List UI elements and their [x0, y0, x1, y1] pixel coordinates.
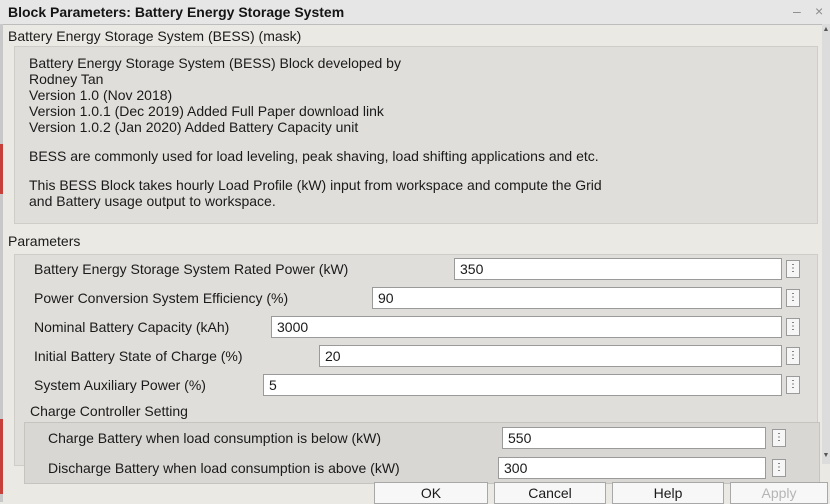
aux-power-field[interactable]: 5	[263, 374, 782, 396]
param-label: System Auxiliary Power (%)	[34, 377, 206, 393]
description-line: Battery Energy Storage System (BESS) Blo…	[29, 55, 401, 71]
vertical-scrollbar[interactable]: ▲ ▼	[822, 24, 830, 464]
param-menu-button[interactable]: ⋮	[786, 260, 800, 278]
left-edge-marker	[0, 144, 3, 194]
cancel-button[interactable]: Cancel	[494, 482, 606, 504]
left-edge-bar	[0, 24, 3, 502]
param-label: Nominal Battery Capacity (kAh)	[34, 319, 230, 335]
param-label: Power Conversion System Efficiency (%)	[34, 290, 289, 306]
param-label: Charge Battery when load consumption is …	[48, 430, 382, 446]
charge-threshold-field[interactable]: 550	[502, 427, 766, 449]
description-line: BESS are commonly used for load leveling…	[29, 148, 599, 164]
param-menu-button[interactable]: ⋮	[786, 347, 800, 365]
parameters-heading: Parameters	[8, 233, 81, 249]
help-button[interactable]: Help	[612, 482, 724, 504]
rated-power-field[interactable]: 350	[454, 258, 782, 280]
battery-capacity-field[interactable]: 3000	[271, 316, 782, 338]
description-line: and Battery usage output to workspace.	[29, 193, 276, 209]
title-bar: Block Parameters: Battery Energy Storage…	[0, 0, 830, 25]
param-label: Discharge Battery when load consumption …	[48, 460, 400, 476]
param-menu-button[interactable]: ⋮	[786, 318, 800, 336]
param-label: Battery Energy Storage System Rated Powe…	[34, 261, 349, 277]
param-label: Initial Battery State of Charge (%)	[34, 348, 243, 364]
apply-button[interactable]: Apply	[730, 482, 828, 504]
description-line: This BESS Block takes hourly Load Profil…	[29, 177, 602, 193]
description-line: Rodney Tan	[29, 71, 104, 87]
description-line: Version 1.0.1 (Dec 2019) Added Full Pape…	[29, 103, 384, 119]
description-line: Version 1.0 (Nov 2018)	[29, 87, 173, 103]
pcs-efficiency-field[interactable]: 90	[372, 287, 782, 309]
ok-button[interactable]: OK	[374, 482, 488, 504]
scroll-down-icon[interactable]: ▼	[822, 452, 830, 459]
param-menu-button[interactable]: ⋮	[786, 289, 800, 307]
description-line: Version 1.0.2 (Jan 2020) Added Battery C…	[29, 119, 359, 135]
scroll-up-icon[interactable]: ▲	[822, 26, 830, 33]
param-menu-button[interactable]: ⋮	[772, 459, 786, 477]
discharge-threshold-field[interactable]: 300	[498, 457, 766, 479]
param-menu-button[interactable]: ⋮	[772, 429, 786, 447]
mask-heading: Battery Energy Storage System (BESS) (ma…	[8, 28, 302, 44]
left-edge-marker	[0, 419, 3, 494]
mask-description: Battery Energy Storage System (BESS) Blo…	[14, 46, 818, 224]
window-title: Block Parameters: Battery Energy Storage…	[8, 4, 345, 20]
close-icon[interactable]: ×	[815, 3, 823, 19]
initial-soc-field[interactable]: 20	[319, 345, 782, 367]
minimize-icon[interactable]: –	[793, 3, 801, 19]
charge-controller-heading: Charge Controller Setting	[30, 403, 188, 419]
param-menu-button[interactable]: ⋮	[786, 376, 800, 394]
